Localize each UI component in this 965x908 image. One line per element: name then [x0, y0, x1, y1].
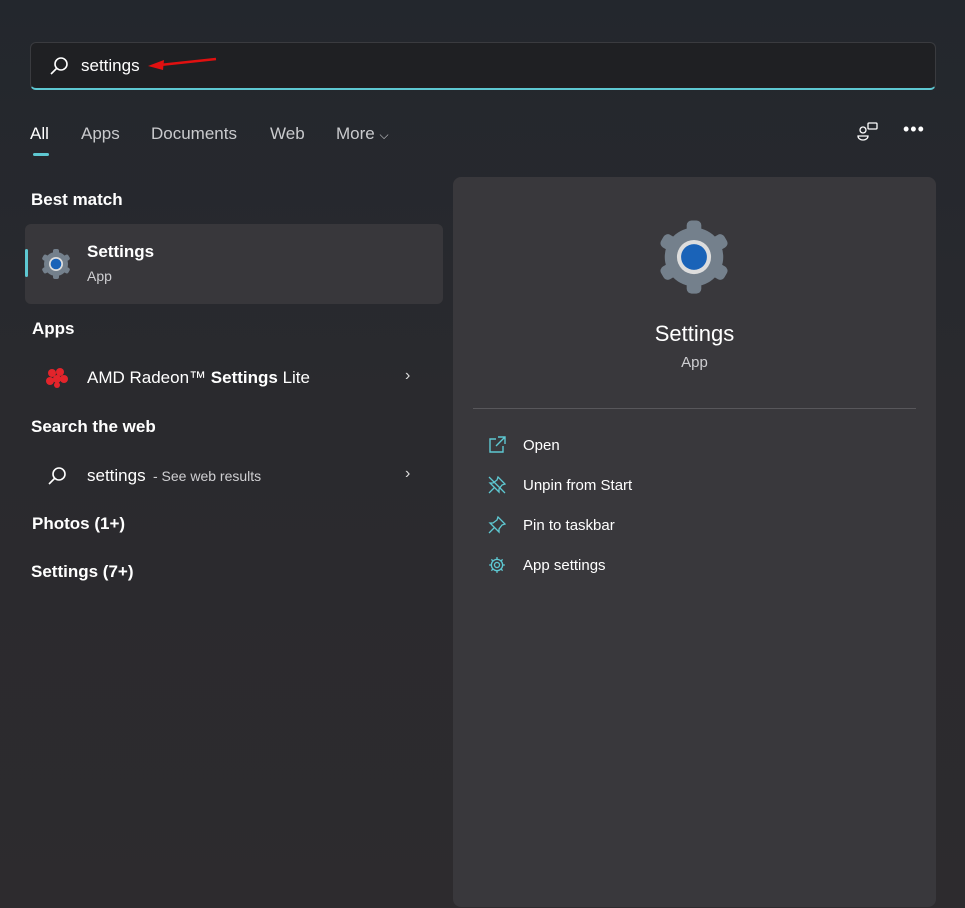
tab-more[interactable]: More ⌵	[336, 124, 389, 144]
unpin-icon	[488, 476, 506, 494]
active-tab-indicator	[33, 153, 49, 156]
app-name-suffix: Lite	[277, 368, 310, 387]
selection-indicator	[25, 249, 28, 277]
search-icon	[48, 467, 66, 485]
preview-title: Settings	[654, 321, 735, 346]
app-name-match: Settings	[210, 368, 278, 387]
app-result-amd[interactable]: AMD Radeon™ Settings Lite ›	[25, 356, 443, 400]
preview-panel: Settings App Open Unpin from Start Pin t…	[453, 177, 936, 907]
tab-more-label: More	[336, 124, 375, 143]
action-pin-taskbar[interactable]: Pin to taskbar	[473, 511, 916, 541]
action-unpin-start[interactable]: Unpin from Start	[473, 471, 916, 501]
ellipsis-icon[interactable]: •••	[903, 119, 925, 140]
people-chat-icon[interactable]	[857, 121, 879, 143]
tab-documents[interactable]: Documents	[151, 124, 237, 144]
best-match-subtitle: App	[87, 268, 112, 284]
gear-icon	[489, 557, 505, 573]
action-app-settings[interactable]: App settings	[473, 551, 916, 581]
search-icon	[50, 57, 68, 75]
tab-apps[interactable]: Apps	[81, 124, 120, 144]
action-label: App settings	[523, 557, 606, 574]
settings-gear-icon	[42, 249, 70, 279]
app-name-prefix: AMD Radeon™	[87, 368, 211, 387]
action-label: Open	[523, 437, 560, 454]
chevron-down-icon: ⌵	[379, 128, 389, 142]
search-web-heading: Search the web	[31, 417, 156, 436]
search-input[interactable]: settings	[81, 56, 140, 76]
action-label: Pin to taskbar	[523, 517, 615, 534]
red-arrow-icon	[148, 57, 217, 70]
chevron-right-icon: ›	[405, 367, 411, 384]
apps-heading: Apps	[32, 319, 75, 338]
settings-gear-icon	[660, 220, 728, 294]
action-open[interactable]: Open	[473, 431, 916, 461]
web-result[interactable]: settings - See web results ›	[25, 454, 443, 498]
app-result-label: AMD Radeon™ Settings Lite	[87, 368, 310, 388]
action-label: Unpin from Start	[523, 477, 633, 494]
preview-subtitle: App	[681, 354, 708, 371]
photos-heading[interactable]: Photos (1+)	[32, 514, 125, 534]
pin-icon	[488, 516, 506, 534]
amd-radeon-icon	[46, 368, 68, 388]
settings-group-heading[interactable]: Settings (7+)	[31, 562, 134, 582]
open-external-icon	[489, 436, 506, 453]
tab-all[interactable]: All	[30, 124, 49, 144]
divider	[473, 408, 916, 409]
best-match-heading: Best match	[31, 190, 123, 209]
search-box[interactable]: settings	[30, 42, 936, 90]
tab-web[interactable]: Web	[270, 124, 305, 144]
best-match-item[interactable]: Settings App	[25, 224, 443, 304]
web-query: settings	[87, 466, 146, 485]
chevron-right-icon: ›	[405, 465, 411, 482]
web-results-hint: - See web results	[153, 468, 262, 484]
best-match-title: Settings	[87, 242, 155, 261]
